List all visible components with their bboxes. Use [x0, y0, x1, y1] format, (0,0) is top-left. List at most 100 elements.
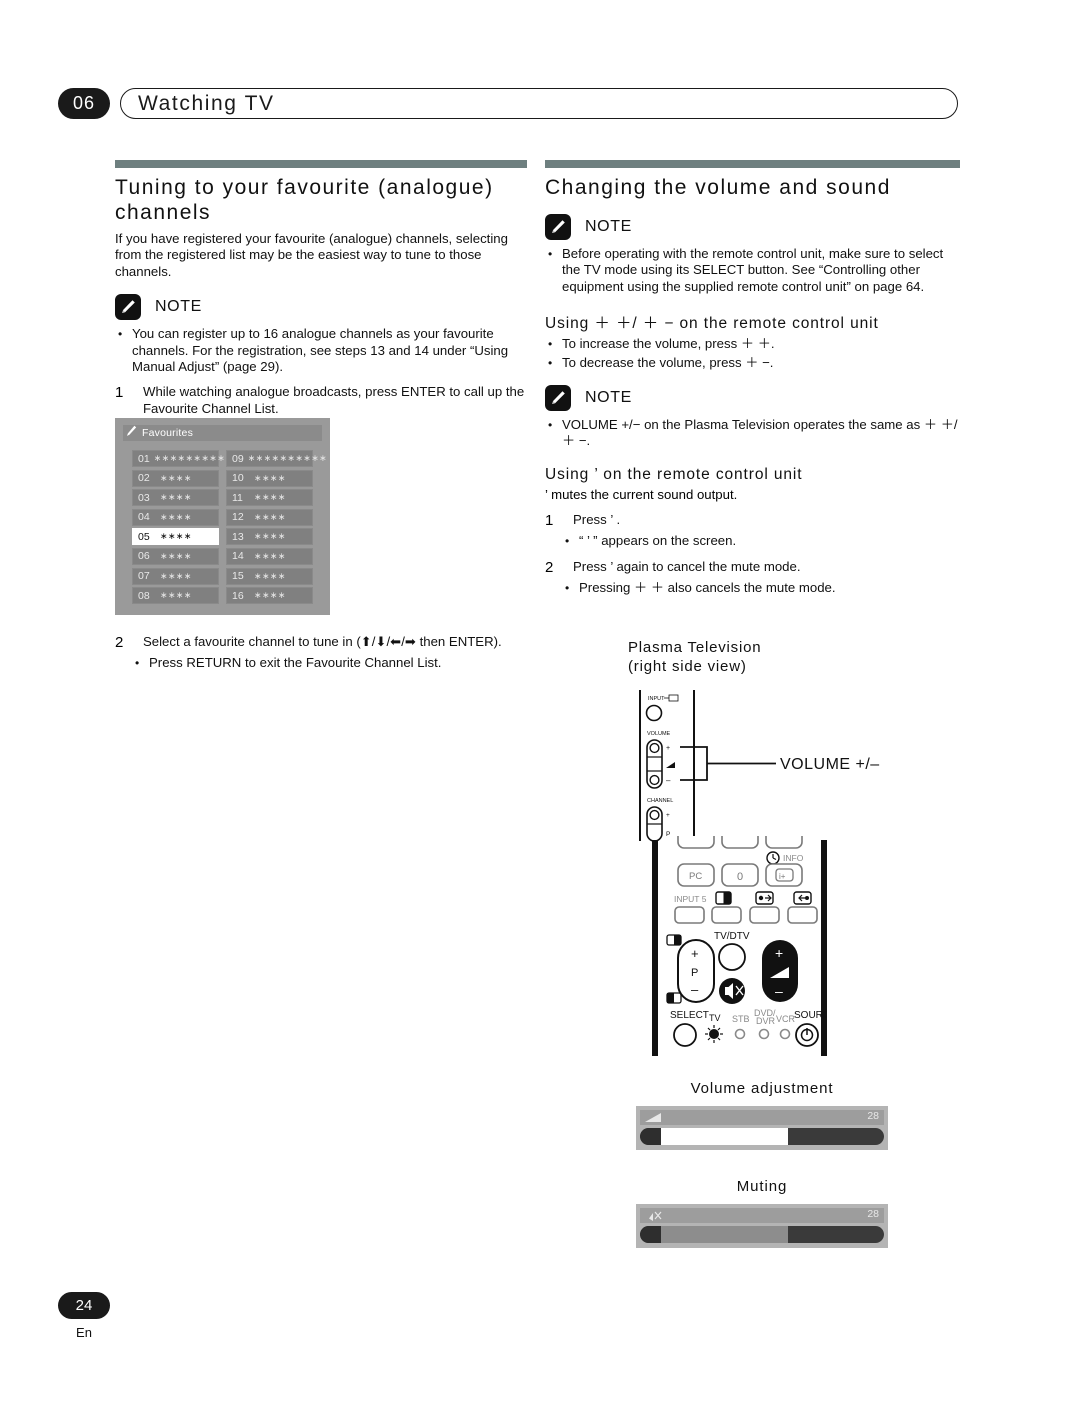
tv-channel-plus: + [666, 812, 670, 819]
remote-control-diagram: INFO PC 0 i+ INPUT 5 TV/DTV + P – + – SE… [652, 827, 837, 1061]
muting-osd-header: 28 [640, 1208, 884, 1223]
pencil-note-icon [545, 385, 571, 412]
remote-volume-minus: – [775, 983, 783, 999]
muting-osd-caption: Muting [736, 1178, 788, 1195]
muting-value: 28 [867, 1208, 879, 1220]
favourite-name: ∗∗∗∗ [160, 492, 192, 503]
volume-osd-fill [661, 1128, 788, 1145]
note-label-right-2: NOTE [585, 389, 632, 407]
volume-bullet-increase: To increase the volume, press ＋ ＋. [545, 336, 960, 353]
step-text: Press ’ again to cancel the mute mode. [573, 558, 801, 574]
favourite-row[interactable]: 16 ∗∗∗∗ [226, 587, 313, 605]
tv-channel-label: CHANNEL [647, 798, 673, 804]
subheading-using-volume-buttons: Using ＋ ＋/ ＋ − on the remote control uni… [545, 315, 879, 333]
favourite-name: ∗∗∗∗ [160, 590, 192, 601]
remote-channel-p: P [691, 967, 698, 979]
favourite-name: ∗∗∗∗ [254, 590, 286, 601]
favourite-number: 16 [232, 589, 244, 602]
favourite-row[interactable]: 06 ∗∗∗∗ [132, 547, 219, 565]
remote-tvdtv-button [718, 943, 746, 971]
favourite-row[interactable]: 10 ∗∗∗∗ [226, 469, 313, 487]
volume-osd-header: 28 [640, 1110, 884, 1125]
step-2-bullets: Press RETURN to exit the Favourite Chann… [115, 655, 527, 672]
muting-osd-track[interactable] [640, 1226, 884, 1243]
remote-stb-label: STB [732, 1014, 750, 1024]
favourite-name: ∗∗∗∗ [160, 550, 192, 561]
volume-bullet-decrease: To decrease the volume, press ＋ −. [545, 355, 960, 372]
remote-dvd-led [758, 1028, 770, 1040]
tv-volume-minus: – [666, 776, 671, 785]
tv-caption-line1: Plasma Television [628, 639, 762, 656]
favourite-number: 13 [232, 530, 244, 543]
note-bullet: You can register up to 16 analogue chann… [115, 326, 527, 375]
step-1-right: 1 Press ’ . [545, 512, 960, 529]
subheading-using-mute: Using ’ on the remote control unit [545, 465, 803, 483]
favourite-row-selected[interactable]: 05 ∗∗∗∗ [132, 528, 219, 546]
favourite-row[interactable]: 12 ∗∗∗∗ [226, 508, 313, 526]
step-bullet: “ ’ ” appears on the screen. [545, 533, 960, 550]
favourite-name: ∗∗∗∗ [254, 570, 286, 581]
volume-speaker-icon [644, 1111, 664, 1129]
favourite-row[interactable]: 04 ∗∗∗∗ [132, 508, 219, 526]
favourite-row[interactable]: 08 ∗∗∗∗ [132, 587, 219, 605]
favourite-row[interactable]: 03 ∗∗∗∗ [132, 489, 219, 507]
favourite-row[interactable]: 15 ∗∗∗∗ [226, 567, 313, 585]
favourite-name: ∗∗∗∗ [254, 511, 286, 522]
remote-vcr-led [779, 1028, 791, 1040]
favourite-number: 09 [232, 452, 244, 465]
tv-input-label: INPUT [648, 696, 665, 702]
remote-info-button: i+ [779, 872, 786, 881]
muting-osd-bar: 28 [636, 1204, 888, 1248]
favourites-channel-list[interactable]: Favourites 01 ∗∗∗∗∗∗∗∗∗∗ 02 ∗∗∗∗ 03 ∗∗∗∗ 04… [115, 418, 330, 615]
plasma-tv-diagram: Plasma Television (right side view) INPU… [628, 638, 918, 846]
favourite-row[interactable]: 14 ∗∗∗∗ [226, 547, 313, 565]
remote-zero-button: 0 [737, 871, 743, 883]
favourite-row[interactable]: 02 ∗∗∗∗ [132, 469, 219, 487]
favourite-number: 02 [138, 472, 150, 485]
note-label-right-1: NOTE [585, 218, 632, 235]
tv-volume-callout: VOLUME +/– [780, 756, 880, 773]
remote-tv-label: TV [709, 1013, 721, 1023]
volume-osd-caption: Volume adjustment [690, 1080, 834, 1097]
page-footer: 24 En [58, 1292, 110, 1340]
favourite-name: ∗∗∗∗∗∗∗∗∗∗ [247, 453, 328, 463]
step-text: Select a favourite channel to tune in (⬆… [143, 634, 502, 649]
favourite-number: 06 [138, 550, 150, 563]
favourites-column-left: 01 ∗∗∗∗∗∗∗∗∗∗ 02 ∗∗∗∗ 03 ∗∗∗∗ 04 ∗∗∗∗ 05 ∗∗∗∗… [132, 450, 233, 607]
favourite-row[interactable]: 07 ∗∗∗∗ [132, 567, 219, 585]
step-bullet: Pressing ＋ ＋ also cancels the mute mode. [545, 580, 960, 597]
favourite-name: ∗∗∗∗ [160, 472, 192, 483]
step-text: Press ’ . [573, 512, 621, 528]
remote-channel-plus: + [691, 946, 699, 961]
step-2-right: 2 Press ’ again to cancel the mute mode. [545, 559, 960, 576]
favourites-title: Favourites [142, 427, 194, 439]
pencil-note-icon [115, 294, 141, 321]
note-label-left: NOTE [155, 298, 202, 316]
favourite-name: ∗∗∗∗ [254, 550, 286, 561]
step-number: 2 [115, 634, 124, 651]
favourite-row[interactable]: 09 ∗∗∗∗∗∗∗∗∗∗ [226, 450, 327, 467]
page-header: 06 Watching TV [58, 88, 958, 122]
favourite-name: ∗∗∗∗ [254, 472, 286, 483]
mute-intro: ’ mutes the current sound output. [545, 486, 738, 502]
step-2-right-bullets: Pressing ＋ ＋ also cancels the mute mode. [545, 580, 960, 597]
remote-select-label: SELECT [670, 1010, 709, 1021]
remote-tv-led [709, 1029, 719, 1039]
favourite-row[interactable]: 11 ∗∗∗∗ [226, 489, 313, 507]
remote-vcr-label: VCR [776, 1014, 796, 1024]
page-language: En [76, 1325, 92, 1340]
page-number: 24 [58, 1292, 110, 1319]
remote-channel-minus: – [691, 982, 699, 997]
favourite-name: ∗∗∗∗∗∗∗∗∗∗ [153, 453, 234, 463]
remote-source-label: SOURCE [794, 1010, 827, 1021]
muting-osd-fill [661, 1226, 788, 1243]
tv-side-view-drawing: INPUT VOLUME + – CHANNEL + P VOLUME +/– [628, 686, 918, 846]
favourite-row[interactable]: 13 ∗∗∗∗ [226, 528, 313, 546]
favourite-number: 01 [138, 452, 150, 465]
volume-osd-track[interactable] [640, 1128, 884, 1145]
favourite-row[interactable]: 01 ∗∗∗∗∗∗∗∗∗∗ [132, 450, 233, 467]
accent-bar-left [115, 160, 527, 168]
note-bullets-right-1: Before operating with the remote control… [545, 246, 960, 295]
note-header-right-2: NOTE [545, 385, 960, 412]
favourite-number: 03 [138, 491, 150, 504]
